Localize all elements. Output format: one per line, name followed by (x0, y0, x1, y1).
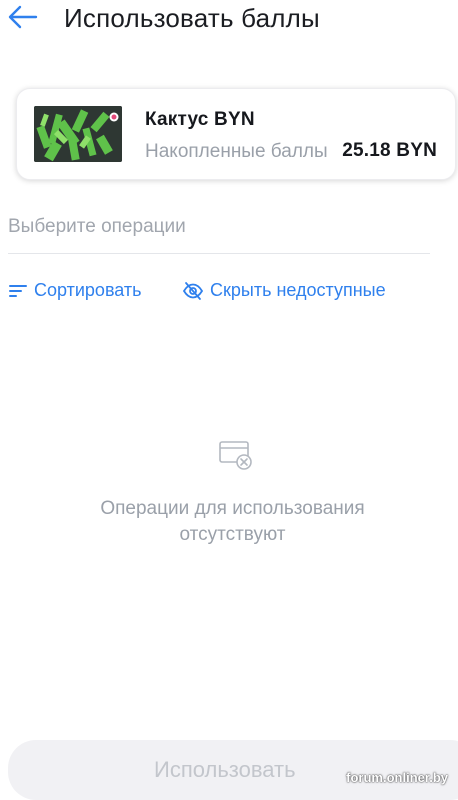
page-title: Использовать баллы (64, 3, 320, 33)
points-card[interactable]: Кактус BYN Накопленные баллы 25.18 BYN (16, 88, 456, 180)
sort-button[interactable]: Сортировать (8, 280, 142, 301)
divider (8, 253, 430, 254)
card-name: Кактус BYN (145, 109, 255, 130)
hide-unavailable-label: Скрыть недоступные (210, 280, 386, 300)
sort-label: Сортировать (34, 280, 142, 300)
arrow-left-icon (8, 5, 38, 29)
watermark: forum.onliner.by (346, 770, 448, 785)
empty-state-line-1: Операции для использования (100, 498, 365, 519)
hide-unavailable-button[interactable]: Скрыть недоступные (182, 280, 386, 301)
card-amount: 25.18 BYN (342, 140, 437, 161)
eye-off-icon (182, 281, 204, 301)
sort-icon (8, 282, 28, 300)
operations-select[interactable]: Выберите операции (8, 216, 186, 238)
use-points-screen: Использовать баллы Кактус BYN Накопленны… (0, 0, 458, 800)
back-button[interactable] (6, 2, 40, 32)
empty-state-line-2: отсутствуют (179, 524, 286, 545)
card-subtitle: Накопленные баллы (145, 141, 328, 162)
no-operations-icon (219, 441, 252, 470)
card-image (34, 106, 122, 162)
empty-state-text: Операции для использования отсутствуют (0, 496, 458, 548)
